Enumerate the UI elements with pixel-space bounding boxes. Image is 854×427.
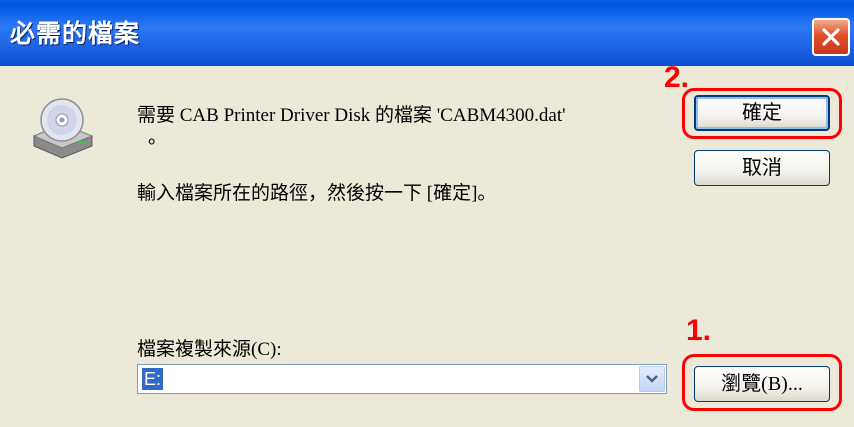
annotation-circle-browse: [682, 354, 842, 411]
required-file-dialog: 必需的檔案 需要 CAB Printer Driver Disk 的檔案 'CA…: [0, 0, 854, 427]
cancel-button[interactable]: 取消: [694, 150, 830, 186]
chevron-down-icon: [646, 375, 658, 383]
title-bar[interactable]: 必需的檔案: [0, 0, 854, 66]
message-line-1-continued: 。: [148, 127, 168, 148]
copy-source-combobox[interactable]: E:: [137, 364, 667, 394]
annotation-circle-ok: [682, 88, 842, 139]
close-button[interactable]: [812, 18, 850, 56]
dropdown-button[interactable]: [639, 366, 665, 392]
close-icon: [822, 28, 840, 46]
dialog-title: 必需的檔案: [10, 19, 141, 48]
message-line-1: 需要 CAB Printer Driver Disk 的檔案 'CABM4300…: [137, 105, 566, 126]
annotation-step-1: 1.: [686, 314, 712, 347]
message-line-2: 輸入檔案所在的路徑，然後按一下 [確定]。: [137, 183, 497, 204]
copy-source-value[interactable]: E:: [142, 368, 164, 390]
dialog-body: 需要 CAB Printer Driver Disk 的檔案 'CABM4300…: [0, 61, 854, 427]
cd-drive-icon: [32, 98, 94, 159]
copy-source-label: 檔案複製來源(C):: [137, 339, 282, 360]
annotation-step-2: 2.: [664, 61, 690, 94]
